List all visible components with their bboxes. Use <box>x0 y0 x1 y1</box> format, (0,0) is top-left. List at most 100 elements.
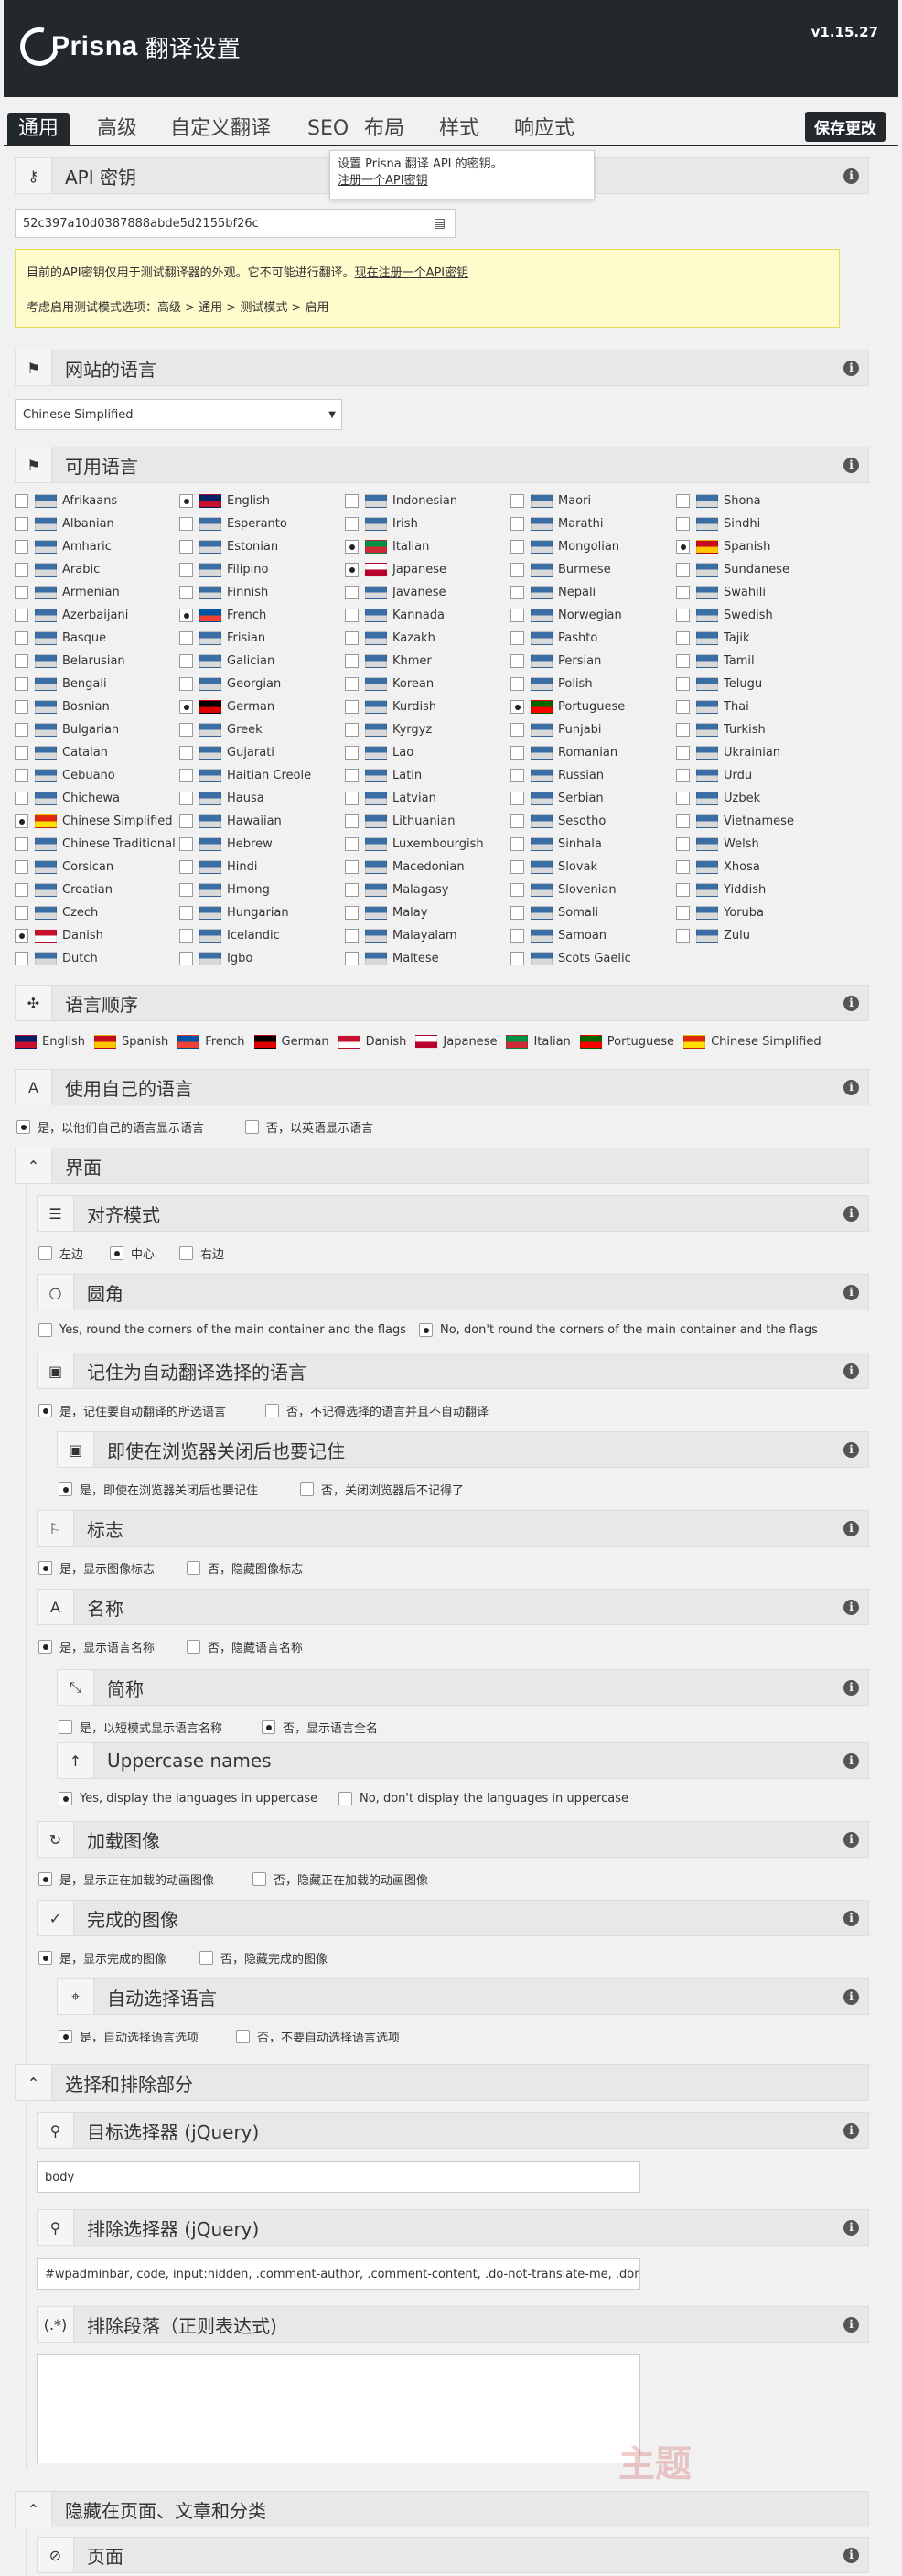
radio[interactable] <box>419 1323 433 1337</box>
checkbox[interactable] <box>510 746 524 760</box>
info-icon[interactable]: i <box>843 1753 859 1769</box>
checkbox[interactable] <box>676 746 690 760</box>
checkbox[interactable] <box>676 837 690 851</box>
section-remember-language[interactable]: ▣ 记住为自动翻译选择的语言 i <box>37 1353 869 1389</box>
api-key-input[interactable]: 52c397a10d0387888abde5d2155bf26c ▤ <box>15 209 456 238</box>
info-icon[interactable]: i <box>843 168 859 184</box>
info-icon[interactable]: i <box>843 2220 859 2236</box>
language-option[interactable]: Basque <box>15 631 106 645</box>
language-option[interactable]: Estonian <box>179 540 278 554</box>
auto-yes[interactable]: 是，自动选择语言选项 <box>59 2028 199 2045</box>
checkbox[interactable] <box>345 494 359 508</box>
language-option[interactable]: Thai <box>676 700 749 714</box>
order-item[interactable]: English <box>15 1035 85 1049</box>
order-item[interactable]: Spanish <box>93 1035 168 1049</box>
checkbox[interactable] <box>676 631 690 645</box>
radio[interactable] <box>179 1246 193 1260</box>
language-option[interactable]: Maori <box>510 494 591 508</box>
radio[interactable] <box>38 1323 52 1337</box>
checkbox[interactable] <box>15 494 28 508</box>
checkbox[interactable] <box>345 814 359 828</box>
checkbox[interactable] <box>676 677 690 691</box>
language-option[interactable]: Sinhala <box>510 837 602 851</box>
checkbox[interactable] <box>15 792 28 805</box>
radio[interactable] <box>38 1640 52 1654</box>
radio[interactable] <box>38 1404 52 1417</box>
checkbox[interactable] <box>510 814 524 828</box>
language-option[interactable]: Italian <box>345 540 429 554</box>
section-persist[interactable]: ▣ 即使在浏览器关闭后也要记住 i <box>57 1431 869 1468</box>
language-option[interactable]: Marathi <box>510 517 603 531</box>
checkbox[interactable] <box>179 837 193 851</box>
checkbox[interactable] <box>676 609 690 622</box>
checkbox[interactable] <box>179 540 193 554</box>
checkbox[interactable] <box>179 814 193 828</box>
checkbox[interactable] <box>510 883 524 897</box>
language-order-list[interactable]: English Spanish French German Danish Japanese… <box>15 1035 831 1049</box>
checkbox[interactable] <box>510 609 524 622</box>
section-flags[interactable]: ⚐ 标志 i <box>37 1510 869 1547</box>
radio[interactable] <box>16 1120 30 1134</box>
section-available-languages[interactable]: ⚑ 可用语言 i <box>15 447 869 483</box>
language-option[interactable]: Bengali <box>15 677 107 691</box>
checkbox[interactable] <box>179 631 193 645</box>
short-no[interactable]: 否，显示语言全名 <box>262 1719 378 1736</box>
checkbox[interactable] <box>179 700 193 714</box>
checkbox[interactable] <box>510 952 524 965</box>
checkbox[interactable] <box>510 631 524 645</box>
section-target-selector[interactable]: ⚲ 目标选择器 (jQuery) i <box>37 2112 869 2149</box>
language-option[interactable]: Khmer <box>345 654 432 668</box>
radio[interactable] <box>59 2030 72 2043</box>
order-item[interactable]: German <box>253 1035 329 1049</box>
checkbox[interactable] <box>15 631 28 645</box>
names-yes[interactable]: 是，显示语言名称 <box>38 1638 155 1655</box>
radio[interactable] <box>187 1640 200 1654</box>
checkbox[interactable] <box>179 952 193 965</box>
checkbox[interactable] <box>510 929 524 943</box>
language-option[interactable]: Cebuano <box>15 769 115 782</box>
language-option[interactable]: Catalan <box>15 746 108 760</box>
language-option[interactable]: Slovenian <box>510 883 617 897</box>
checkbox[interactable] <box>345 586 359 599</box>
checkbox[interactable] <box>15 952 28 965</box>
info-icon[interactable]: i <box>843 361 859 376</box>
flags-yes[interactable]: 是，显示图像标志 <box>38 1559 155 1577</box>
section-pages[interactable]: ⊘ 页面 i <box>37 2537 869 2573</box>
language-option[interactable]: Corsican <box>15 860 113 874</box>
language-option[interactable]: Hausa <box>179 792 264 805</box>
target-selector-input[interactable]: body <box>37 2161 640 2193</box>
language-option[interactable]: Hungarian <box>179 906 289 920</box>
checkbox[interactable] <box>510 517 524 531</box>
auto-no[interactable]: 否，不要自动选择语言选项 <box>236 2028 400 2045</box>
language-option[interactable]: Japanese <box>345 563 446 577</box>
checkbox[interactable] <box>15 609 28 622</box>
language-option[interactable]: Macedonian <box>345 860 465 874</box>
checkbox[interactable] <box>510 906 524 920</box>
done-yes[interactable]: 是，显示完成的图像 <box>38 1949 166 1967</box>
round-yes[interactable]: Yes, round the corners of the main conta… <box>38 1323 406 1337</box>
checkbox[interactable] <box>15 654 28 668</box>
info-icon[interactable]: i <box>843 1442 859 1458</box>
checkbox[interactable] <box>676 586 690 599</box>
language-option[interactable]: Albanian <box>15 517 114 531</box>
checkbox[interactable] <box>676 494 690 508</box>
checkbox[interactable] <box>179 906 193 920</box>
language-option[interactable]: Nepali <box>510 586 596 599</box>
uppercase-yes[interactable]: Yes, display the languages in uppercase <box>59 1792 317 1805</box>
checkbox[interactable] <box>676 906 690 920</box>
checkbox[interactable] <box>345 769 359 782</box>
radio[interactable] <box>59 1482 72 1496</box>
order-item[interactable]: Danish <box>338 1035 406 1049</box>
info-icon[interactable]: i <box>843 1363 859 1379</box>
checkbox[interactable] <box>345 723 359 737</box>
section-exclude-selector[interactable]: ⚲ 排除选择器 (jQuery) i <box>37 2209 869 2246</box>
info-icon[interactable]: i <box>843 1911 859 1926</box>
checkbox[interactable] <box>676 517 690 531</box>
checkbox[interactable] <box>345 677 359 691</box>
language-option[interactable]: Gujarati <box>179 746 274 760</box>
language-option[interactable]: German <box>179 700 274 714</box>
exclude-selector-input[interactable]: #wpadminbar, code, input:hidden, .commen… <box>37 2258 640 2290</box>
language-option[interactable]: Hmong <box>179 883 270 897</box>
checkbox[interactable] <box>179 883 193 897</box>
language-option[interactable]: Welsh <box>676 837 759 851</box>
